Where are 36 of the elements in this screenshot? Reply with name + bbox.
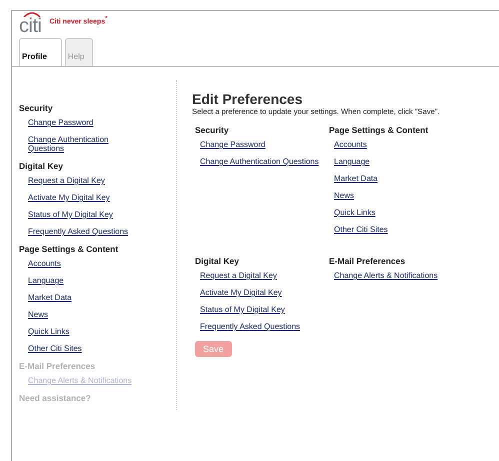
sidebar-heading: E-Mail Preferences <box>19 361 96 371</box>
sidebar-heading: Need assistance? <box>19 393 92 403</box>
sidebar-link[interactable]: Change Password <box>28 118 138 127</box>
page-title: Edit Preferences <box>192 91 304 107</box>
preference-link[interactable]: Accounts <box>334 140 476 149</box>
sidebar-link[interactable]: Status of My Digital Key <box>28 210 138 219</box>
preference-link[interactable]: Other Citi Sites <box>334 225 476 234</box>
sidebar-link[interactable]: Accounts <box>28 259 138 268</box>
preference-link[interactable]: Quick Links <box>334 208 476 217</box>
tab[interactable]: Profile <box>19 38 62 66</box>
preference-link[interactable]: Activate My Digital Key <box>200 288 326 297</box>
sidebar-heading: Security <box>19 103 54 113</box>
preference-link[interactable]: Change Authentication Questions <box>200 157 326 166</box>
sidebar-link[interactable]: Activate My Digital Key <box>28 193 138 202</box>
preference-link[interactable]: Language <box>334 157 476 166</box>
preference-link[interactable]: Change Alerts & Notifications <box>334 271 476 280</box>
sidebar-link[interactable]: Request a Digital Key <box>28 176 138 185</box>
sidebar-link[interactable]: Frequently Asked Questions <box>28 227 138 236</box>
sidebar-heading: Digital Key <box>19 161 64 171</box>
preference-link[interactable]: Market Data <box>334 174 476 183</box>
preference-link[interactable]: Request a Digital Key <box>200 271 326 280</box>
sidebar-link[interactable]: Language <box>28 276 138 285</box>
sidebar-link[interactable]: Quick Links <box>28 327 138 336</box>
sidebar-link[interactable]: Change Authentication Questions <box>28 135 138 153</box>
sidebar-heading: Page Settings & Content <box>19 244 120 254</box>
section-heading: Page Settings & Content <box>329 125 430 135</box>
section-heading: E-Mail Preferences <box>329 256 406 266</box>
preference-link[interactable]: Frequently Asked Questions <box>200 322 326 331</box>
preference-link[interactable]: News <box>334 191 476 200</box>
section-heading: Digital Key <box>195 256 240 266</box>
preference-link[interactable]: Change Password <box>200 140 326 149</box>
sidebar-link[interactable]: Other Citi Sites <box>28 344 138 353</box>
preference-link[interactable]: Status of My Digital Key <box>200 305 326 314</box>
sidebar-link[interactable]: News <box>28 310 138 319</box>
sidebar-link[interactable]: Market Data <box>28 293 138 302</box>
section-heading: Security <box>195 125 230 135</box>
